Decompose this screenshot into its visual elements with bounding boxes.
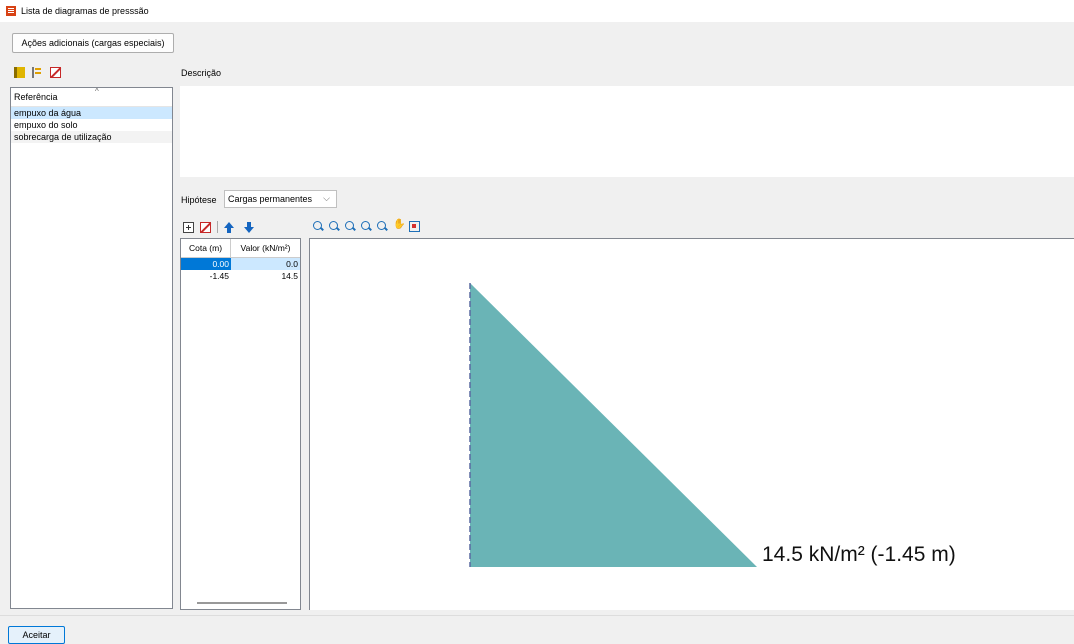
title-bar: Lista de diagramas de presssão xyxy=(0,0,1074,22)
pressure-annotation: 14.5 kN/m² (-1.45 m) xyxy=(762,543,956,566)
delete-icon[interactable] xyxy=(50,67,61,78)
list-item[interactable]: sobrecarga de utilização xyxy=(11,131,172,143)
reference-toolbar xyxy=(14,67,61,78)
description-field[interactable] xyxy=(180,86,1074,177)
column-header-cota[interactable]: Cota (m) xyxy=(181,239,231,257)
footer-bar xyxy=(0,615,1074,644)
pressure-area xyxy=(470,283,757,567)
table-row[interactable]: -1.45 14.5 xyxy=(181,270,300,282)
sort-ascending-icon: ^ xyxy=(95,87,99,96)
table-toolbar xyxy=(183,221,254,233)
accept-button[interactable]: Aceitar xyxy=(8,626,65,644)
zoom-previous-icon[interactable] xyxy=(313,221,324,232)
reference-header-label: Referência xyxy=(14,92,58,102)
cota-cell[interactable]: -1.45 xyxy=(181,270,231,282)
book-list-icon[interactable] xyxy=(32,67,43,78)
column-header-valor[interactable]: Valor (kN/m²) xyxy=(231,239,300,257)
window-title: Lista de diagramas de presssão xyxy=(21,6,149,16)
move-up-icon[interactable] xyxy=(224,222,234,233)
table-header: Cota (m) Valor (kN/m²) xyxy=(181,239,300,258)
move-down-icon[interactable] xyxy=(244,222,254,233)
cota-cell[interactable]: 0.00 xyxy=(181,258,231,270)
add-row-icon[interactable] xyxy=(183,221,194,233)
list-item[interactable]: empuxo do solo xyxy=(11,119,172,131)
reference-list[interactable]: Referência ^ empuxo da água empuxo do so… xyxy=(10,87,173,609)
horizontal-scrollbar[interactable] xyxy=(197,602,287,604)
pressure-diagram: 14.5 kN/m² (-1.45 m) xyxy=(469,283,956,567)
book-open-icon[interactable] xyxy=(14,67,25,78)
valor-cell[interactable]: 0.0 xyxy=(231,258,300,270)
fit-view-icon[interactable] xyxy=(409,221,420,232)
valor-cell[interactable]: 14.5 xyxy=(231,270,300,282)
reference-list-header[interactable]: Referência ^ xyxy=(11,87,172,107)
pan-icon[interactable] xyxy=(393,219,405,232)
table-row[interactable]: 0.00 0.0 xyxy=(181,258,300,270)
toolbar-divider xyxy=(217,221,218,233)
zoom-realtime-icon[interactable] xyxy=(361,221,372,232)
app-icon xyxy=(6,6,16,16)
zoom-window-icon[interactable] xyxy=(345,221,356,232)
hypothesis-label: Hipótese xyxy=(181,195,217,205)
pressure-table[interactable]: Cota (m) Valor (kN/m²) 0.00 0.0 -1.45 14… xyxy=(180,238,301,610)
view-toolbar xyxy=(313,219,420,232)
hypothesis-select[interactable]: Cargas permanentes ⌵ xyxy=(224,190,337,208)
list-item[interactable]: empuxo da água xyxy=(11,107,172,119)
delete-row-icon[interactable] xyxy=(200,221,211,233)
zoom-all-icon[interactable] xyxy=(329,221,340,232)
zoom-out-icon[interactable] xyxy=(377,221,388,232)
extra-actions-button[interactable]: Ações adicionais (cargas especiais) xyxy=(12,33,174,53)
diagram-canvas[interactable]: 14.5 kN/m² (-1.45 m) xyxy=(309,238,1074,610)
description-label: Descrição xyxy=(181,68,222,78)
hypothesis-selected-value: Cargas permanentes xyxy=(228,194,313,204)
chevron-down-icon: ⌵ xyxy=(323,193,330,203)
